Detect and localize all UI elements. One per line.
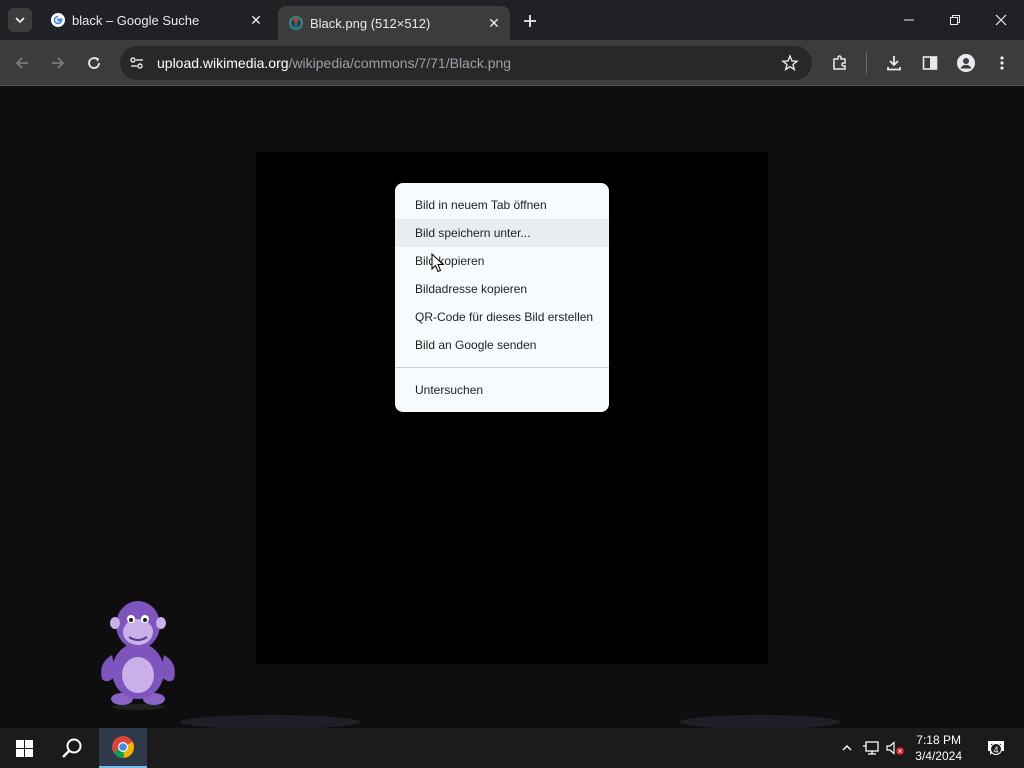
close-window-button[interactable] — [978, 0, 1024, 40]
tab-title: Black.png (512×512) — [310, 15, 431, 31]
close-icon — [995, 14, 1007, 26]
close-tab-icon[interactable]: ✕ — [486, 15, 502, 31]
tab-black-png[interactable]: Black.png (512×512) ✕ — [278, 6, 510, 40]
context-menu: Bild in neuem Tab öffnen Bild speichern … — [395, 183, 609, 412]
reload-icon — [88, 57, 100, 69]
notification-center-button[interactable]: 4 — [976, 728, 1016, 768]
google-g-icon — [51, 13, 65, 27]
tab-google-search[interactable]: black – Google Suche ✕ — [40, 0, 272, 40]
menu-item-create-qr-code[interactable]: QR-Code für dieses Bild erstellen — [395, 303, 609, 331]
site-info-icon[interactable] — [129, 55, 145, 71]
tab-title: black – Google Suche — [72, 12, 200, 28]
menu-item-send-to-google[interactable]: Bild an Google senden — [395, 331, 609, 359]
arrow-left-icon — [15, 57, 28, 69]
network-icon — [863, 741, 879, 755]
mouse-cursor-icon — [431, 253, 445, 273]
purple-gorilla-mascot — [101, 601, 175, 710]
restore-button[interactable] — [932, 0, 978, 40]
url-text: upload.wikimedia.org/wikipedia/commons/7… — [157, 55, 511, 71]
search-button[interactable] — [48, 728, 96, 768]
account-icon — [957, 54, 975, 72]
menu-separator — [395, 367, 609, 368]
browser-toolbar: upload.wikimedia.org/wikipedia/commons/7… — [0, 40, 1024, 86]
tab-strip: black – Google Suche ✕ Black.png (512×51… — [0, 0, 1024, 40]
show-hidden-icons-button[interactable] — [838, 728, 856, 768]
download-icon — [887, 56, 901, 71]
more-vertical-icon — [1000, 56, 1004, 70]
menu-item-inspect[interactable]: Untersuchen — [395, 376, 609, 404]
volume-muted-icon — [886, 741, 904, 755]
clock[interactable]: 7:18 PM 3/4/2024 — [915, 732, 962, 764]
menu-button[interactable] — [990, 51, 1014, 75]
star-bookmark-icon[interactable] — [781, 54, 799, 72]
back-button[interactable] — [10, 51, 34, 75]
extensions-button[interactable] — [828, 51, 852, 75]
chrome-icon — [112, 736, 135, 759]
search-icon — [62, 738, 82, 758]
downloads-button[interactable] — [882, 51, 906, 75]
close-tab-icon[interactable]: ✕ — [248, 12, 264, 28]
volume-button[interactable] — [884, 728, 906, 768]
taskbar: 7:18 PM 3/4/2024 4 — [0, 728, 1024, 768]
puzzle-icon — [833, 55, 846, 70]
taskbar-chrome[interactable] — [99, 728, 147, 768]
menu-item-copy-image-address[interactable]: Bildadresse kopieren — [395, 275, 609, 303]
clock-time: 7:18 PM — [916, 733, 961, 747]
address-bar[interactable]: upload.wikimedia.org/wikipedia/commons/7… — [120, 46, 812, 80]
arrow-right-icon — [52, 57, 65, 69]
chevron-down-icon — [15, 17, 25, 24]
chevron-up-icon — [842, 745, 852, 751]
new-tab-button[interactable] — [518, 9, 542, 33]
menu-item-copy-image[interactable]: Bild kopieren — [395, 247, 609, 275]
side-panel-button[interactable] — [918, 51, 942, 75]
restore-icon — [950, 15, 960, 25]
forward-button[interactable] — [46, 51, 70, 75]
menu-item-open-image-new-tab[interactable]: Bild in neuem Tab öffnen — [395, 191, 609, 219]
reload-button[interactable] — [82, 51, 106, 75]
wikimedia-icon — [289, 16, 303, 30]
profile-button[interactable] — [954, 51, 978, 75]
background-shadow — [680, 715, 840, 729]
background-shadow — [180, 715, 360, 729]
plus-icon — [524, 15, 536, 27]
network-button[interactable] — [860, 728, 882, 768]
minimize-button[interactable] — [886, 0, 932, 40]
side-panel-icon — [922, 56, 938, 70]
notification-count-badge: 4 — [990, 743, 1002, 755]
clock-date: 3/4/2024 — [915, 749, 962, 763]
start-button[interactable] — [0, 728, 48, 768]
windows-logo-icon — [15, 739, 33, 757]
url-host: upload.wikimedia.org — [157, 55, 289, 71]
tab-search-button[interactable] — [8, 8, 32, 32]
minimize-icon — [904, 19, 914, 21]
url-path: /wikipedia/commons/7/71/Black.png — [288, 55, 512, 71]
menu-item-save-image-as[interactable]: Bild speichern unter... — [395, 219, 609, 247]
toolbar-divider — [866, 52, 867, 74]
